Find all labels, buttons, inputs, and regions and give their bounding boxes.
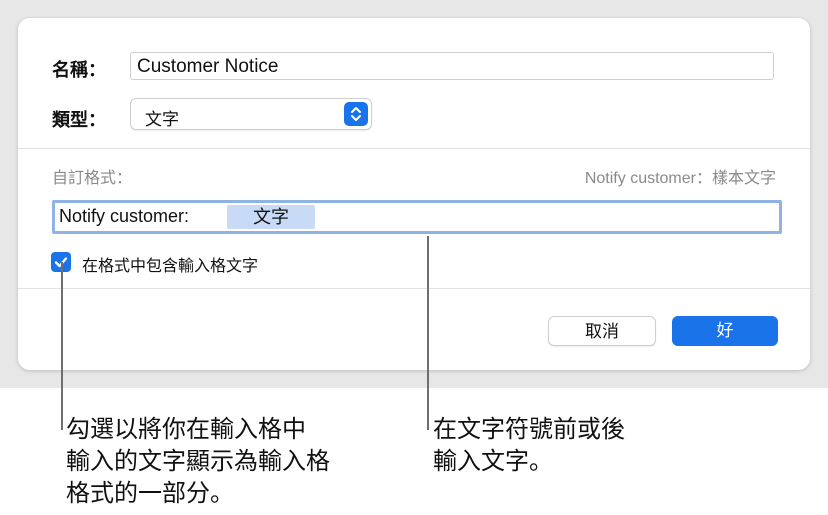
divider-bottom xyxy=(18,288,810,289)
custom-format-dialog: 名稱： Customer Notice 類型： 文字 自訂格式： Notify … xyxy=(18,18,810,370)
callout-checkbox-line: 勾選以將你在輸入格中 xyxy=(66,416,306,443)
name-label: 名稱： xyxy=(52,60,106,80)
callout-format-line: 輸入文字。 xyxy=(433,448,553,475)
callout-checkbox: 勾選以將你在輸入格中 輸入的文字顯示為輸入格 格式的一部分。 xyxy=(66,414,330,510)
divider-top xyxy=(18,148,810,149)
callout-checkbox-line: 格式的一部分。 xyxy=(66,480,234,507)
callout-format-line: 在文字符號前或後 xyxy=(433,416,625,443)
format-prefix-text: Notify customer: xyxy=(59,206,190,226)
cancel-button[interactable]: 取消 xyxy=(548,316,656,346)
callout-checkbox-line: 輸入的文字顯示為輸入格 xyxy=(66,448,330,475)
callout-line-format-field xyxy=(427,236,429,430)
include-field-text-label: 在格式中包含輸入格文字 xyxy=(82,258,259,275)
chevron-up-down-icon xyxy=(344,102,368,126)
custom-format-label: 自訂格式： xyxy=(52,170,133,187)
custom-format-field[interactable]: Notify customer: 文字 xyxy=(52,200,782,234)
type-select-value: 文字 xyxy=(145,110,179,129)
type-select[interactable]: 文字 xyxy=(130,98,372,130)
text-token[interactable]: 文字 xyxy=(227,205,315,229)
callout-format-field: 在文字符號前或後 輸入文字。 xyxy=(433,414,625,478)
name-input[interactable]: Customer Notice xyxy=(130,52,774,80)
type-label: 類型： xyxy=(52,110,106,130)
ok-button[interactable]: 好 xyxy=(672,316,778,346)
sample-text: Notify customer：樣本文字 xyxy=(584,170,776,187)
callout-line-checkbox xyxy=(61,262,63,430)
